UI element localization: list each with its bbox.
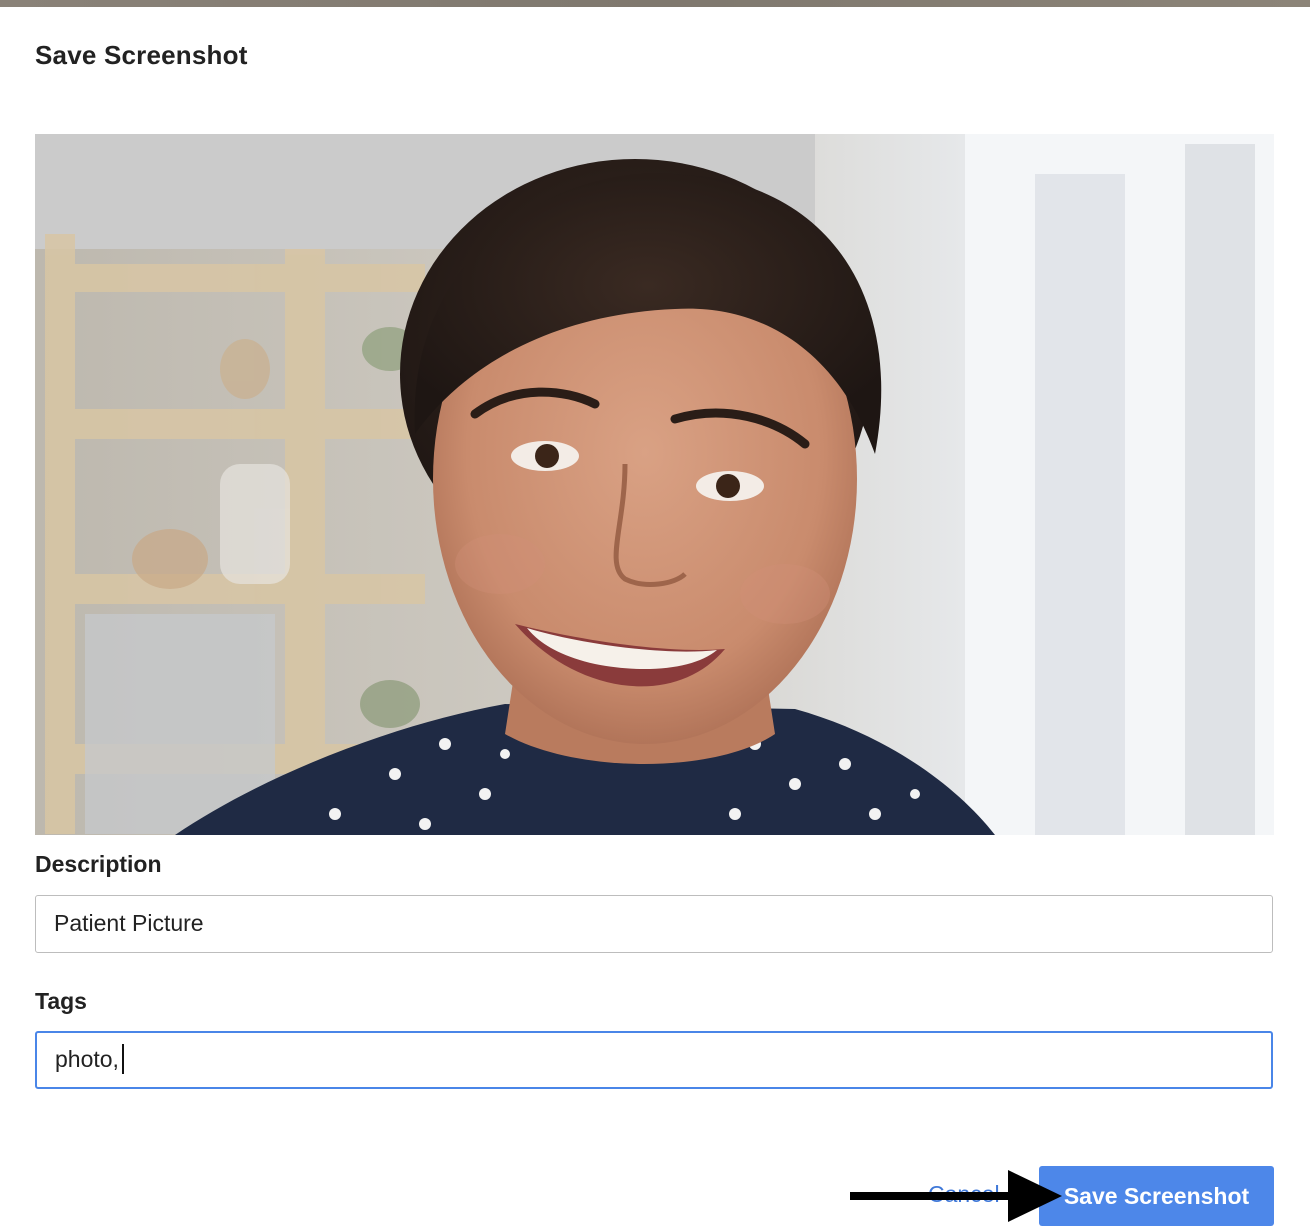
tags-label: Tags — [35, 988, 87, 1014]
window-top-edge — [0, 0, 1310, 9]
dialog-title: Save Screenshot — [35, 40, 248, 70]
save-screenshot-button-label: Save Screenshot — [1063, 1182, 1250, 1209]
text-caret — [121, 1043, 124, 1074]
save-screenshot-button[interactable]: Save Screenshot — [1039, 1166, 1274, 1226]
description-label: Description — [35, 851, 162, 877]
description-input-value: Patient Picture — [54, 910, 204, 936]
tags-input-value: photo, — [55, 1046, 119, 1072]
tags-input[interactable]: photo, — [35, 1031, 1273, 1089]
arrow-right-icon — [850, 1170, 1062, 1222]
screenshot-preview-image — [35, 134, 1274, 835]
description-input[interactable]: Patient Picture — [35, 895, 1273, 953]
